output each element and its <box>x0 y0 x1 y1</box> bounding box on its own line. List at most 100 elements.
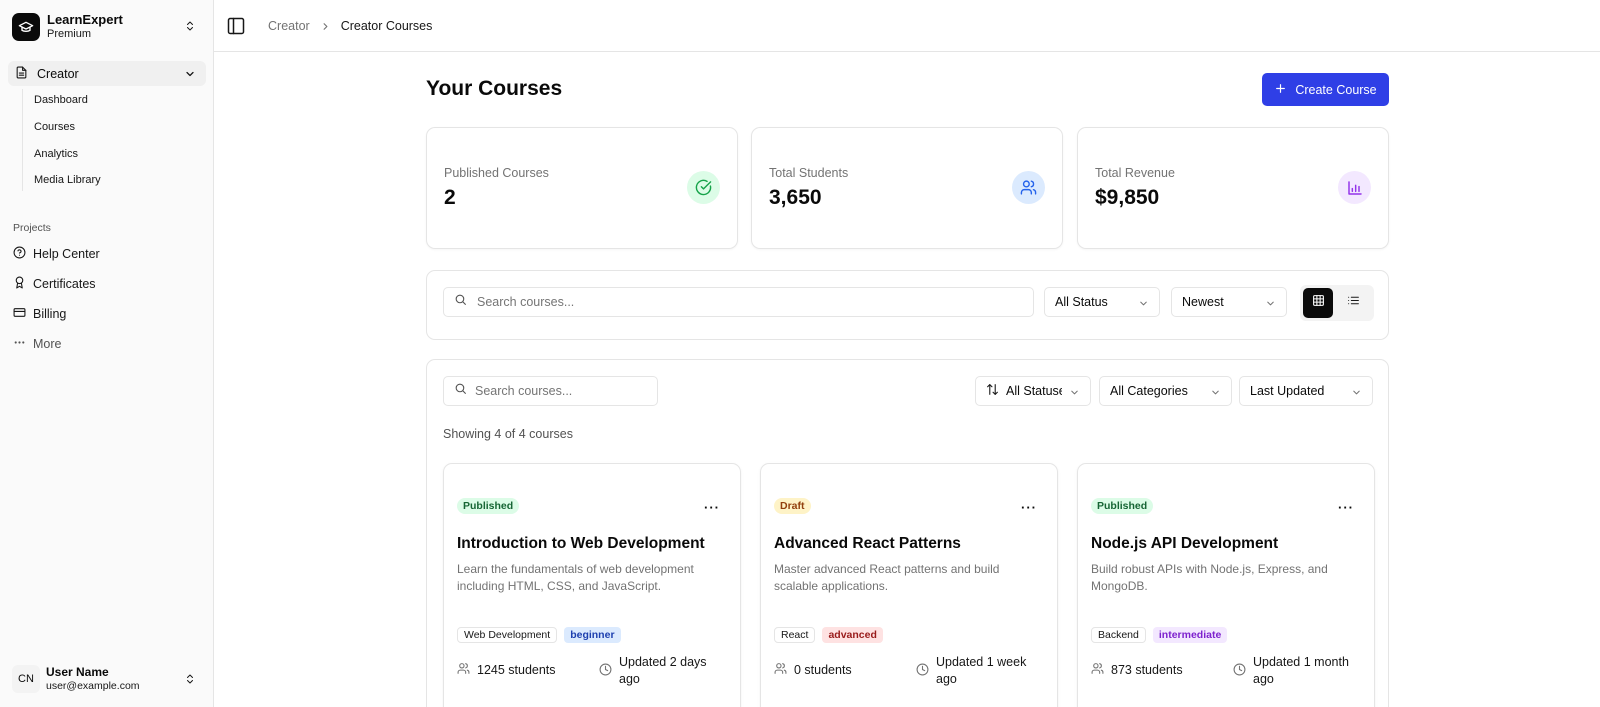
brand-name: LearnExpert <box>47 12 123 27</box>
brand-plan: Premium <box>47 28 92 40</box>
sort-select[interactable]: Newest <box>1171 287 1287 317</box>
sidebar-item-more[interactable]: More <box>13 336 61 352</box>
course-description: Build robust APIs with Node.js, Express,… <box>1091 562 1328 593</box>
sidebar-subitem-media-library[interactable]: Media Library <box>34 174 101 186</box>
user-name: User Name <box>46 665 109 679</box>
create-course-label: Create Course <box>1295 82 1377 97</box>
create-course-button[interactable]: Create Course <box>1262 73 1389 106</box>
stat-card-published: Published Courses 2 <box>426 127 738 249</box>
search-input[interactable] <box>477 295 997 309</box>
sidebar-item-label: Help Center <box>33 247 100 261</box>
user-email: user@example.com <box>46 680 140 692</box>
clock-icon <box>1233 663 1246 688</box>
course-card[interactable]: Published ··· Node.js API Development Bu… <box>1077 463 1375 707</box>
chevron-down-icon <box>1069 387 1080 401</box>
course-card[interactable]: Draft ··· Advanced React Patterns Master… <box>760 463 1058 707</box>
level-tag: beginner <box>564 627 621 643</box>
sidebar-subitem-courses[interactable]: Courses <box>34 121 75 133</box>
more-options-icon[interactable]: ··· <box>704 500 720 515</box>
chevron-down-icon <box>1265 298 1276 312</box>
chevron-down-icon <box>184 68 196 83</box>
topbar: Creator Creator Courses <box>214 0 1600 52</box>
sidebar-subitem-dashboard[interactable]: Dashboard <box>34 94 88 106</box>
sidebar-item-help-center[interactable]: Help Center <box>13 246 100 262</box>
search-courses[interactable] <box>443 287 1034 317</box>
award-icon <box>13 276 26 292</box>
users-icon <box>1091 662 1104 678</box>
student-count: 1245 students <box>477 663 556 677</box>
clock-icon <box>599 663 612 688</box>
sidebar-item-certificates[interactable]: Certificates <box>13 276 96 292</box>
stat-value: 3,650 <box>769 186 822 209</box>
results-count: Showing 4 of 4 courses <box>443 427 573 441</box>
stat-card-students: Total Students 3,650 <box>751 127 1063 249</box>
status-select-value: All Status <box>1055 295 1108 309</box>
course-title[interactable]: Node.js API Development <box>1091 535 1278 553</box>
chevron-down-icon <box>1351 387 1362 401</box>
level-tag: advanced <box>822 627 883 643</box>
stat-label: Total Students <box>769 166 849 180</box>
status-badge: Published <box>1091 498 1154 514</box>
panel-category-select[interactable]: All Categories <box>1099 376 1232 406</box>
chevrons-up-down-icon <box>184 672 196 691</box>
section-label-projects: Projects <box>13 222 51 234</box>
category-tag: Backend <box>1091 627 1146 643</box>
panel-search-input[interactable] <box>475 384 645 398</box>
stat-value: $9,850 <box>1095 186 1160 209</box>
plus-icon <box>1274 82 1287 98</box>
sort-select-value: Newest <box>1182 295 1224 309</box>
more-options-icon[interactable]: ··· <box>1338 500 1354 515</box>
category-tag: React <box>774 627 816 643</box>
credit-card-icon <box>13 306 26 322</box>
chevron-down-icon <box>1210 387 1221 401</box>
sidebar-item-label: Certificates <box>33 277 96 291</box>
panel-status-value: All Statuses <box>1006 384 1062 398</box>
status-select[interactable]: All Status <box>1044 287 1160 317</box>
status-badge: Draft <box>774 498 811 514</box>
more-horizontal-icon <box>13 336 26 352</box>
course-title[interactable]: Advanced React Patterns <box>774 535 961 553</box>
course-title[interactable]: Introduction to Web Development <box>457 535 705 553</box>
stat-label: Total Revenue <box>1095 166 1175 180</box>
panel-status-select[interactable]: All Statuses <box>975 376 1091 406</box>
file-icon <box>15 66 28 82</box>
student-count: 873 students <box>1111 663 1183 677</box>
updated-time: Updated 1 month ago <box>1253 655 1349 686</box>
chevron-right-icon <box>320 21 331 32</box>
graduation-cap-icon <box>12 13 40 41</box>
users-icon <box>1012 171 1045 204</box>
breadcrumb-creator[interactable]: Creator <box>268 19 310 33</box>
brand-switcher[interactable]: LearnExpert Premium <box>12 11 208 43</box>
bar-chart-icon <box>1338 171 1371 204</box>
panel-updated-select[interactable]: Last Updated <box>1239 376 1373 406</box>
updated-time: Updated 1 week ago <box>936 655 1027 686</box>
panel-search[interactable] <box>443 376 658 406</box>
status-badge: Published <box>457 498 520 514</box>
sidebar-item-creator[interactable]: Creator <box>8 61 206 86</box>
sidebar-item-label: Creator <box>37 66 79 81</box>
arrow-up-down-icon <box>986 383 999 399</box>
courses-panel: All Statuses All Categories Last Updated… <box>426 359 1389 707</box>
course-card[interactable]: Published ··· Introduction to Web Develo… <box>443 463 741 707</box>
user-menu[interactable]: CN User Name user@example.com <box>12 662 208 696</box>
breadcrumb: Creator Creator Courses <box>268 19 432 33</box>
users-icon <box>457 662 470 678</box>
users-icon <box>774 662 787 678</box>
panel-updated-value: Last Updated <box>1250 384 1325 398</box>
student-count: 0 students <box>794 663 852 677</box>
course-description: Master advanced React patterns and build… <box>774 562 1000 593</box>
submenu-divider <box>22 89 23 191</box>
grid-view-button[interactable] <box>1303 288 1333 318</box>
sidebar-item-billing[interactable]: Billing <box>13 306 66 322</box>
list-view-button[interactable] <box>1338 288 1368 318</box>
more-options-icon[interactable]: ··· <box>1021 500 1037 515</box>
course-toolbar: All Status Newest <box>426 270 1389 340</box>
sidebar: LearnExpert Premium Creator Dashboard Co… <box>0 0 214 707</box>
chevron-down-icon <box>1138 298 1149 312</box>
view-toggle <box>1300 285 1374 321</box>
page-title: Your Courses <box>426 77 563 100</box>
stat-value: 2 <box>444 186 456 209</box>
sidebar-subitem-analytics[interactable]: Analytics <box>34 148 78 160</box>
sidebar-toggle-icon[interactable] <box>226 16 246 41</box>
stat-card-revenue: Total Revenue $9,850 <box>1077 127 1389 249</box>
